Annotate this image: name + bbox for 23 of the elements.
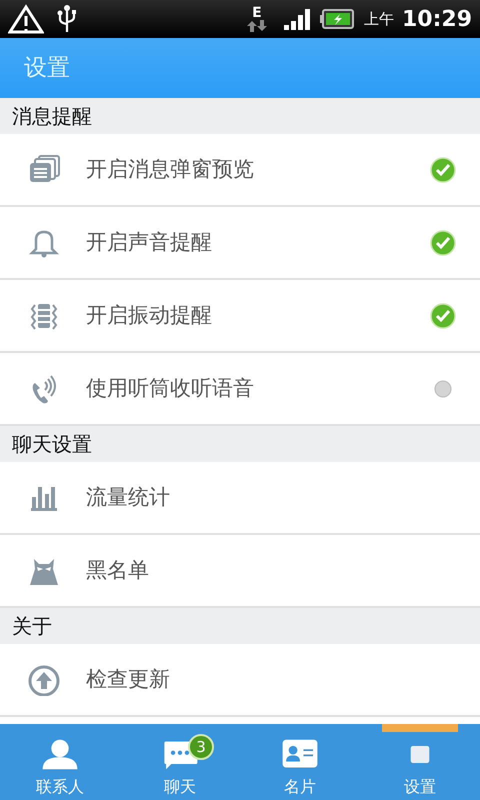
settings-row[interactable]: 流量统计: [0, 462, 480, 535]
signal-icon: [284, 8, 312, 30]
tab-bar-item[interactable]: 聊天 3: [120, 724, 240, 800]
battery-icon: [320, 9, 354, 29]
usb-icon: [56, 4, 78, 34]
settings-row[interactable]: 检查更新: [0, 644, 480, 717]
section-header: 聊天设置: [0, 426, 480, 462]
checkbox-checked-icon[interactable]: [430, 230, 456, 256]
upload-icon: [27, 664, 61, 696]
clock-text: 10:29: [402, 6, 472, 34]
warning-icon: [8, 4, 44, 34]
data-arrows-icon: [246, 20, 268, 32]
screen-title: 设置: [24, 54, 70, 83]
unread-count-badge: 3: [188, 734, 214, 760]
settings-row[interactable]: 开启振动提醒: [0, 280, 480, 353]
checkbox-checked-icon[interactable]: [430, 302, 456, 328]
section-header: 关于: [0, 608, 480, 644]
settings-row[interactable]: 开启声音提醒: [0, 207, 480, 280]
settings-row[interactable]: 开启消息弹窗预览: [0, 134, 480, 207]
checkbox-checked-icon[interactable]: [430, 156, 456, 182]
section-header: 消息提醒: [0, 98, 480, 134]
network-type-text: E: [252, 6, 262, 20]
am-pm-text: 上午: [364, 8, 394, 30]
